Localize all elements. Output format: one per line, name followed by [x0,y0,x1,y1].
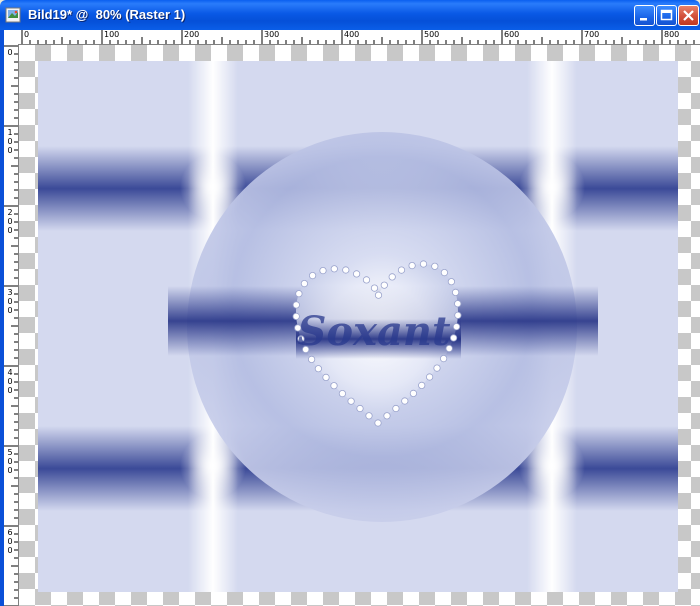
heart-bead [338,389,346,398]
heart-bead [433,364,441,372]
heart-bead [454,300,462,308]
heart-bead [330,265,338,273]
close-icon [683,10,694,21]
heart-bead [362,276,371,284]
heart-bead [365,412,373,420]
ruler-label: 400 [344,30,360,39]
image-document-icon[interactable] [5,7,21,23]
ruler-label: 500 [424,30,440,39]
window-titlebar[interactable]: Bild19* @ 80% (Raster 1) [0,0,700,30]
ruler-label: 200 [7,208,13,235]
heart-bead [440,269,448,277]
ruler-label: 600 [504,30,520,39]
minimize-icon [640,18,647,21]
vertical-ruler[interactable]: 0 100 200 300 400 500 600 [4,44,19,606]
maximize-button[interactable] [656,5,677,26]
canvas-artwork[interactable]: Soxant [38,61,678,592]
heart-bead [454,311,462,319]
heart-bead [419,260,428,268]
heart-bead [374,419,382,427]
heart-bead [370,284,379,292]
maximize-icon [660,9,673,21]
ruler-label: 100 [7,128,13,155]
ruler-label: 300 [264,30,280,39]
ruler-label: 800 [664,30,680,39]
heart-bead [449,334,458,342]
window-title: Bild19* @ 80% (Raster 1) [28,7,186,22]
ruler-label: 200 [184,30,200,39]
ruler-label: 500 [7,448,13,475]
ruler-label: 0 [24,30,30,39]
minimize-button[interactable] [634,5,655,26]
image-canvas[interactable]: Soxant [19,45,700,606]
heart-bead [300,280,308,288]
heart-bead [374,291,383,299]
heart-bead [418,381,426,389]
close-button[interactable] [678,5,699,26]
ruler-label: 600 [7,528,13,555]
ruler-label: 700 [584,30,600,39]
heart-bead [383,412,391,420]
heart-bead [408,262,416,270]
heart-bead [322,373,330,381]
heart-bead [409,389,417,397]
heart-bead [295,290,303,298]
ruler-label: 400 [7,368,13,395]
heart-bead [451,288,460,296]
ruler-label: 0 [7,48,13,57]
heart-bead [439,354,448,363]
heart-bead [388,273,396,281]
ruler-label: 100 [104,30,120,39]
heart-bead [307,355,316,363]
heart-bead [397,266,406,274]
heart-bead [330,382,338,390]
watermark-text: Soxant [298,308,451,355]
heart-bead [319,267,327,275]
heart-bead [308,272,317,280]
horizontal-ruler[interactable]: 0 100 200 300 400 500 600 700 800 [4,30,700,45]
heart-bead [447,278,455,286]
heart-bead [352,270,361,278]
heart-bead [401,397,409,405]
heart-bead [347,397,355,405]
heart-bead [380,281,388,289]
heart-bead [425,373,434,381]
heart-bead [356,404,364,413]
ruler-label: 300 [7,288,13,315]
heart-bead [452,323,461,331]
heart-bead [314,365,322,373]
heart-bead [431,262,439,270]
heart-bead [392,404,400,413]
heart-bead [342,266,350,274]
